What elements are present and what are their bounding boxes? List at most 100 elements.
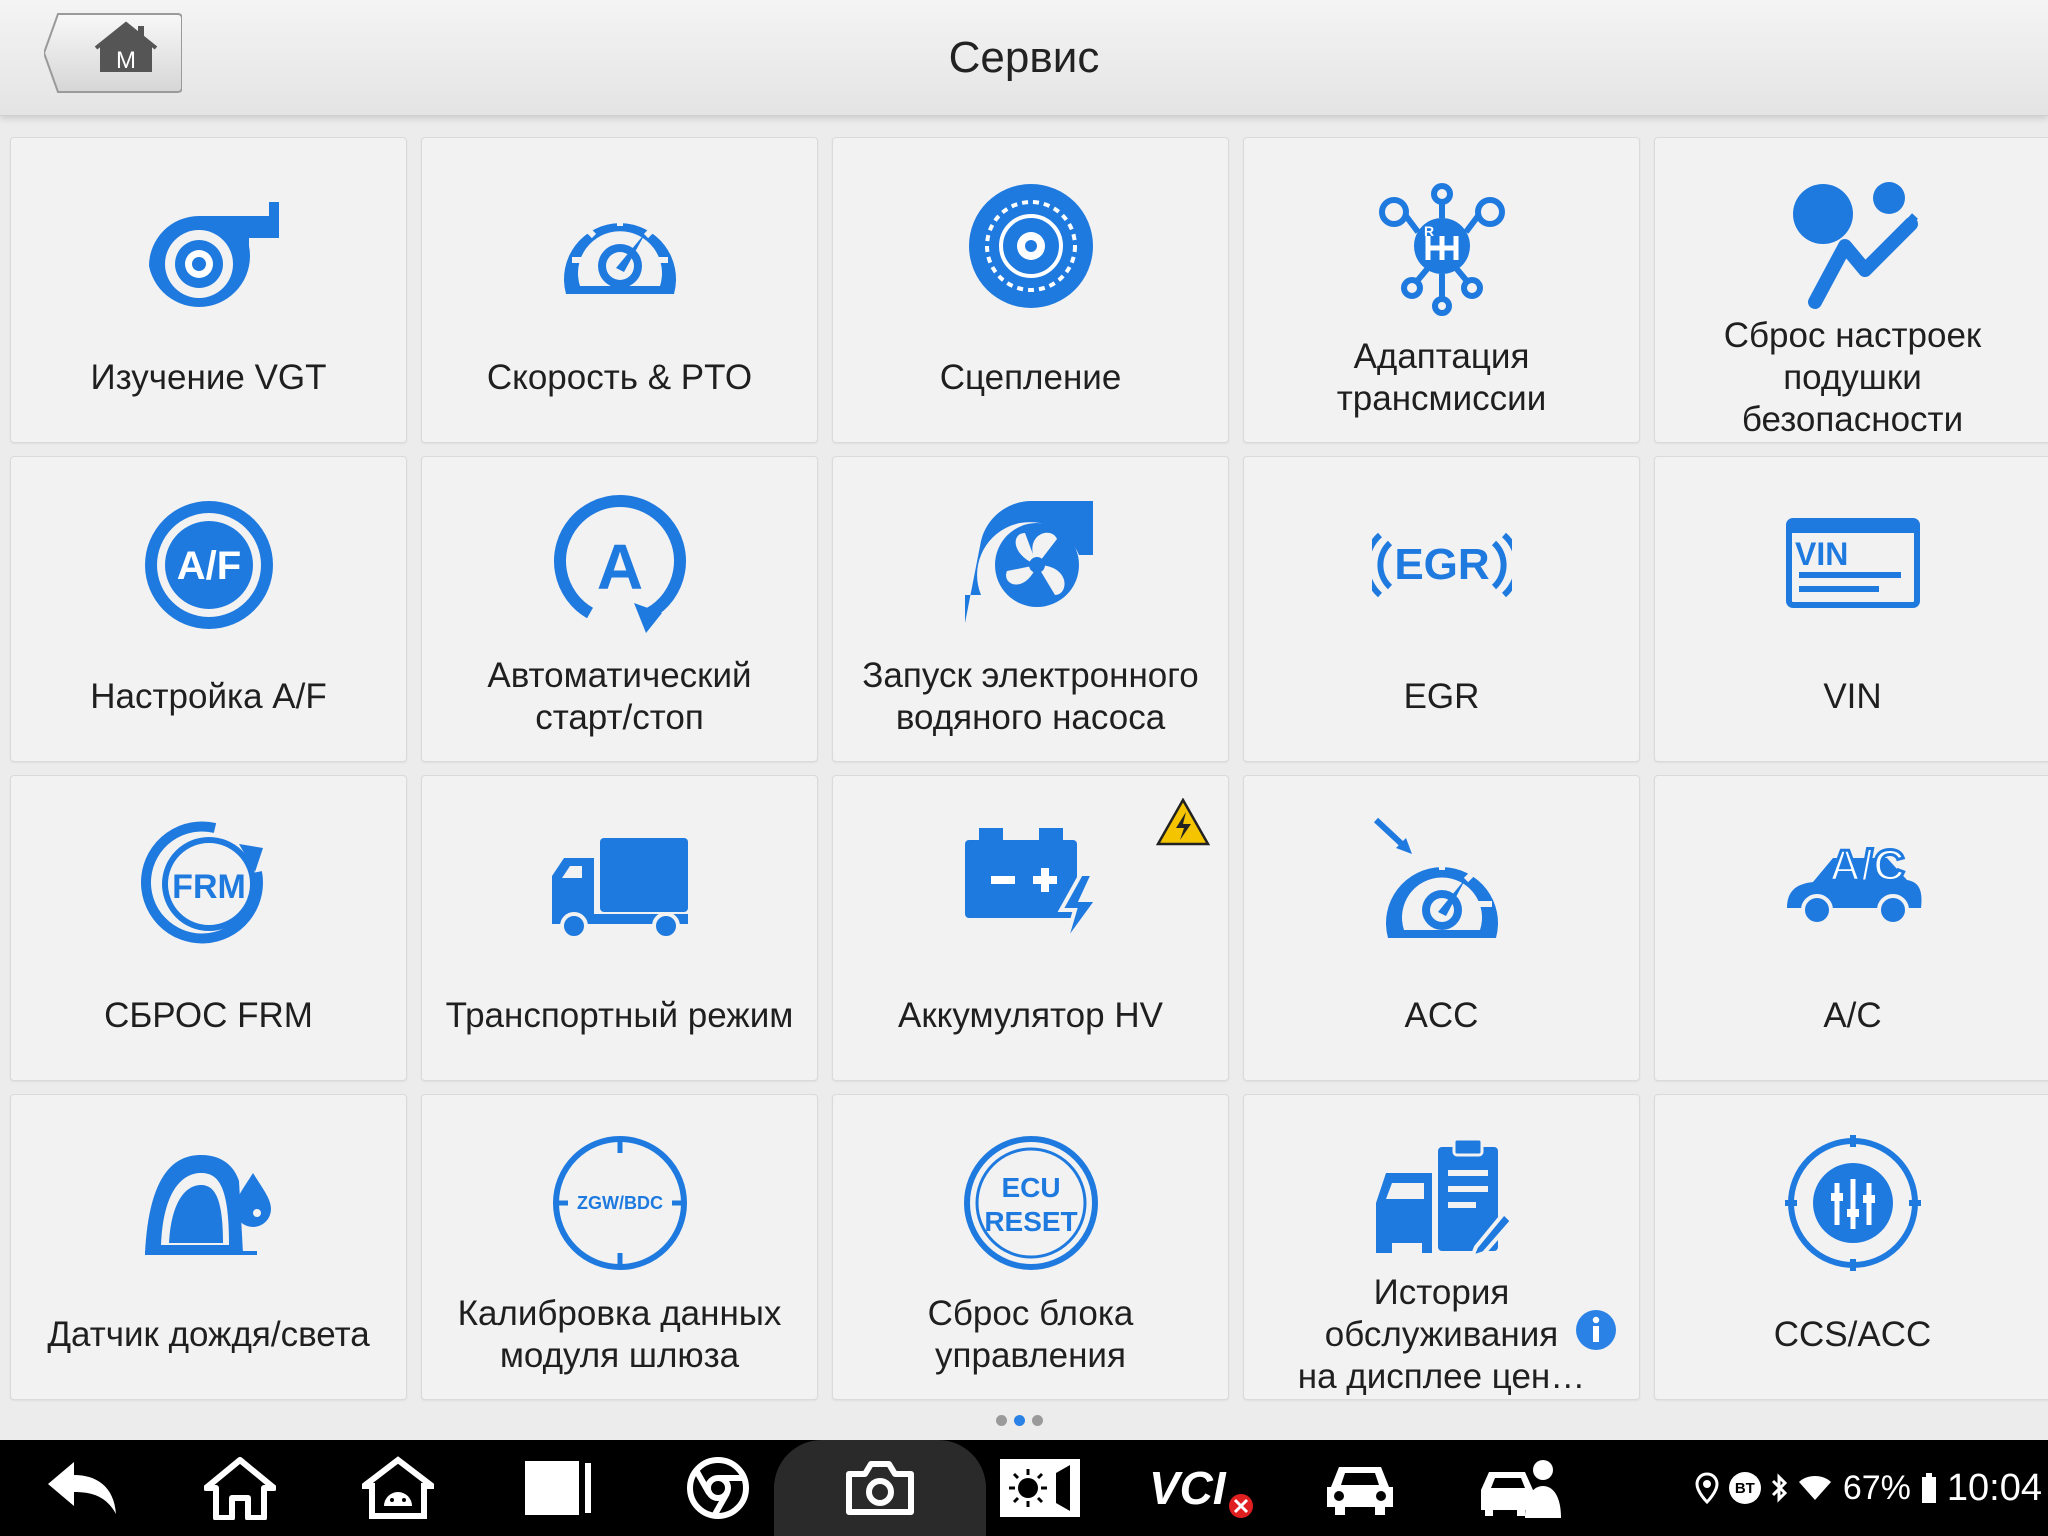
tile-label-line: СБРОС FRM <box>104 996 313 1035</box>
ecu-reset-icon: ECU RESET <box>961 1133 1101 1273</box>
info-icon[interactable] <box>1575 1309 1617 1351</box>
service-tile[interactable]: Изучение VGT <box>10 137 407 443</box>
service-tile[interactable]: FRM СБРОС FRM <box>10 775 407 1081</box>
screenshot-button[interactable] <box>820 1440 940 1536</box>
service-tile[interactable]: Запуск электронного водяного насоса <box>832 456 1229 762</box>
svg-text:A/C: A/C <box>1829 841 1905 890</box>
rain-light-sensor-icon <box>139 1133 279 1273</box>
remote-support-icon <box>1481 1460 1561 1518</box>
svg-text:EGR: EGR <box>1394 540 1489 589</box>
high-voltage-warning-icon <box>1155 797 1211 846</box>
tile-label-line: Датчик дождя/света <box>47 1315 370 1354</box>
tile-label-line: CCS/ACC <box>1773 1315 1932 1354</box>
tile-label-line: EGR <box>1403 677 1480 716</box>
service-tile[interactable]: История обслуживания на дисплее цен… <box>1243 1094 1640 1400</box>
water-pump-icon <box>961 495 1101 635</box>
vin-icon: VIN <box>1783 495 1923 635</box>
service-tile[interactable]: A Автоматический старт/стоп <box>421 456 818 762</box>
acc-icon <box>1372 814 1512 954</box>
bluetooth-icon <box>1771 1473 1787 1503</box>
page-dot[interactable] <box>1032 1415 1043 1426</box>
service-tile[interactable]: EGR EGR <box>1243 456 1640 762</box>
tile-label: CCS/ACC <box>1661 1271 2044 1399</box>
svg-text:RESET: RESET <box>984 1206 1077 1237</box>
vci-icon: VCI <box>1149 1462 1253 1518</box>
service-tile[interactable]: Транспортный режим <box>421 775 818 1081</box>
tile-label-line: Запуск электронного <box>862 656 1199 695</box>
tile-label: Датчик дождя/света <box>17 1271 400 1399</box>
back-button[interactable] <box>22 1440 142 1536</box>
service-tile[interactable]: A/F Настройка A/F <box>10 456 407 762</box>
svg-text:VIN: VIN <box>1795 536 1848 572</box>
android-button[interactable] <box>338 1440 458 1536</box>
svg-text:R: R <box>1424 223 1434 239</box>
tile-label: Сброс блока управления <box>839 1271 1222 1399</box>
af-icon: A/F <box>139 495 279 635</box>
service-tile[interactable]: Аккумулятор HV <box>832 775 1229 1081</box>
tile-label: A/C <box>1661 952 2044 1080</box>
battery-percent: 67% <box>1842 1468 1911 1507</box>
tile-label-line: ACC <box>1404 996 1479 1035</box>
tile-label: ACC <box>1250 952 1633 1080</box>
tile-label: СБРОС FRM <box>17 952 400 1080</box>
service-tile[interactable]: Сцепление <box>832 137 1229 443</box>
svg-text:ECU: ECU <box>1001 1172 1060 1203</box>
tile-label: Сцепление <box>839 314 1222 442</box>
tile-label: Аккумулятор HV <box>839 952 1222 1080</box>
bt-badge: BT <box>1728 1472 1761 1504</box>
svg-text:FRM: FRM <box>172 868 246 906</box>
service-tile[interactable]: ECU RESET Сброс блока управления <box>832 1094 1229 1400</box>
auto-start-stop-icon: A <box>550 495 690 635</box>
battery-icon <box>961 814 1101 954</box>
location-icon <box>1695 1472 1719 1504</box>
tile-label-line: A/C <box>1823 996 1882 1035</box>
service-tile[interactable]: ACC <box>1243 775 1640 1081</box>
tile-label-line: водяного насоса <box>895 698 1166 737</box>
service-tile[interactable]: Сброс настроек подушки безопасности <box>1654 137 2048 443</box>
tile-label: VIN <box>1661 633 2044 761</box>
service-history-icon <box>1372 1133 1512 1273</box>
truck-icon <box>550 814 690 954</box>
page-dot[interactable] <box>1014 1415 1025 1426</box>
tile-label-line: на дисплее цен… <box>1297 1357 1586 1396</box>
gearbox-icon: R <box>1372 176 1512 316</box>
tile-label-line: управления <box>935 1336 1126 1375</box>
clock: 10:04 <box>1946 1466 2042 1509</box>
service-tile[interactable]: Скорость & PTO <box>421 137 818 443</box>
service-tile[interactable]: VIN VIN <box>1654 456 2048 762</box>
display-settings-button[interactable] <box>980 1440 1100 1536</box>
tile-label: EGR <box>1250 633 1633 761</box>
service-tile[interactable]: A/C A/C <box>1654 775 2048 1081</box>
system-nav-bar: VCI BT 67% 10:04 <box>0 1440 2048 1536</box>
recents-button[interactable] <box>498 1440 618 1536</box>
remote-support-button[interactable] <box>1460 1440 1580 1536</box>
tile-label-line: Адаптация <box>1353 337 1530 376</box>
tile-label-line: Транспортный режим <box>445 996 794 1035</box>
service-tile[interactable]: Датчик дождя/света <box>10 1094 407 1400</box>
vehicle-button[interactable] <box>1300 1440 1420 1536</box>
tile-label-line: старт/стоп <box>535 698 704 737</box>
home-nav-button[interactable] <box>180 1440 300 1536</box>
gateway-icon: ZGW/BDC <box>550 1133 690 1273</box>
tile-label: Запуск электронного водяного насоса <box>839 633 1222 761</box>
page-indicator <box>996 1412 1052 1428</box>
browser-button[interactable] <box>658 1440 778 1536</box>
tile-label-line: Настройка A/F <box>90 677 327 716</box>
egr-icon: EGR <box>1372 495 1512 635</box>
svg-text:ZGW/BDC: ZGW/BDC <box>577 1193 663 1213</box>
wifi-icon <box>1798 1476 1831 1500</box>
turbo-icon <box>139 176 279 316</box>
tile-label-line: Скорость & PTO <box>486 358 753 397</box>
display-settings-icon <box>1000 1459 1080 1517</box>
tile-label-line: Сброс блока <box>927 1294 1134 1333</box>
frm-icon: FRM <box>139 814 279 954</box>
tile-label-line: трансмиссии <box>1336 379 1547 418</box>
tile-label: Калибровка данных модуля шлюза <box>428 1271 811 1399</box>
service-tile[interactable]: R Адаптация трансмиссии <box>1243 137 1640 443</box>
airbag-icon <box>1783 176 1923 316</box>
vci-button[interactable]: VCI <box>1140 1440 1260 1536</box>
service-tile[interactable]: ZGW/BDC Калибровка данных модуля шлюза <box>421 1094 818 1400</box>
tile-label: Транспортный режим <box>428 952 811 1080</box>
service-tile[interactable]: CCS/ACC <box>1654 1094 2048 1400</box>
page-dot[interactable] <box>996 1415 1007 1426</box>
